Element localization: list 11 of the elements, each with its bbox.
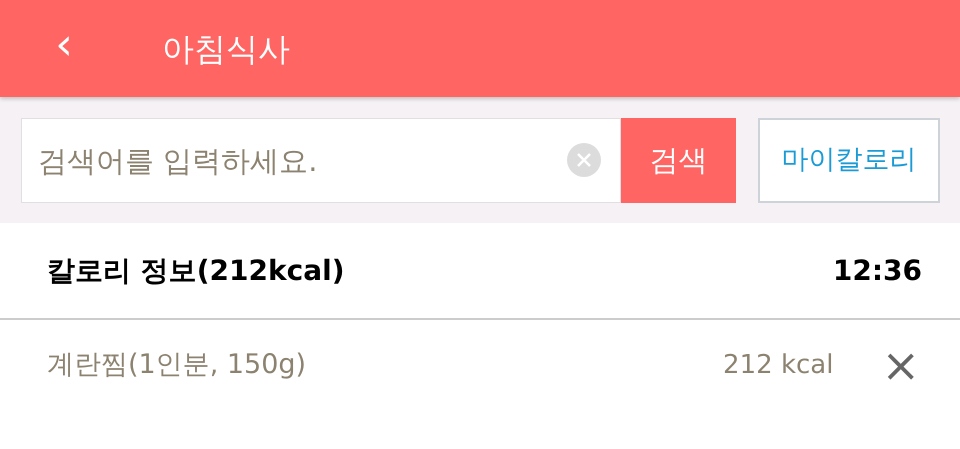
calorie-info-title: 칼로리 정보(212kcal) xyxy=(47,252,344,288)
delete-button[interactable]: × xyxy=(881,342,920,388)
my-calorie-button[interactable]: 마이칼로리 xyxy=(758,118,940,203)
meal-time: 12:36 xyxy=(832,252,922,288)
back-button[interactable]: ‹ xyxy=(34,22,94,74)
clear-icon[interactable] xyxy=(567,143,601,177)
food-calories: 212 kcal xyxy=(723,348,834,382)
search-field[interactable]: 검색어를 입력하세요. xyxy=(21,118,621,203)
search-button[interactable]: 검색 xyxy=(621,118,736,203)
food-name: 계란찜(1인분, 150g) xyxy=(47,348,308,382)
page-title: 아침식사 xyxy=(162,28,290,70)
